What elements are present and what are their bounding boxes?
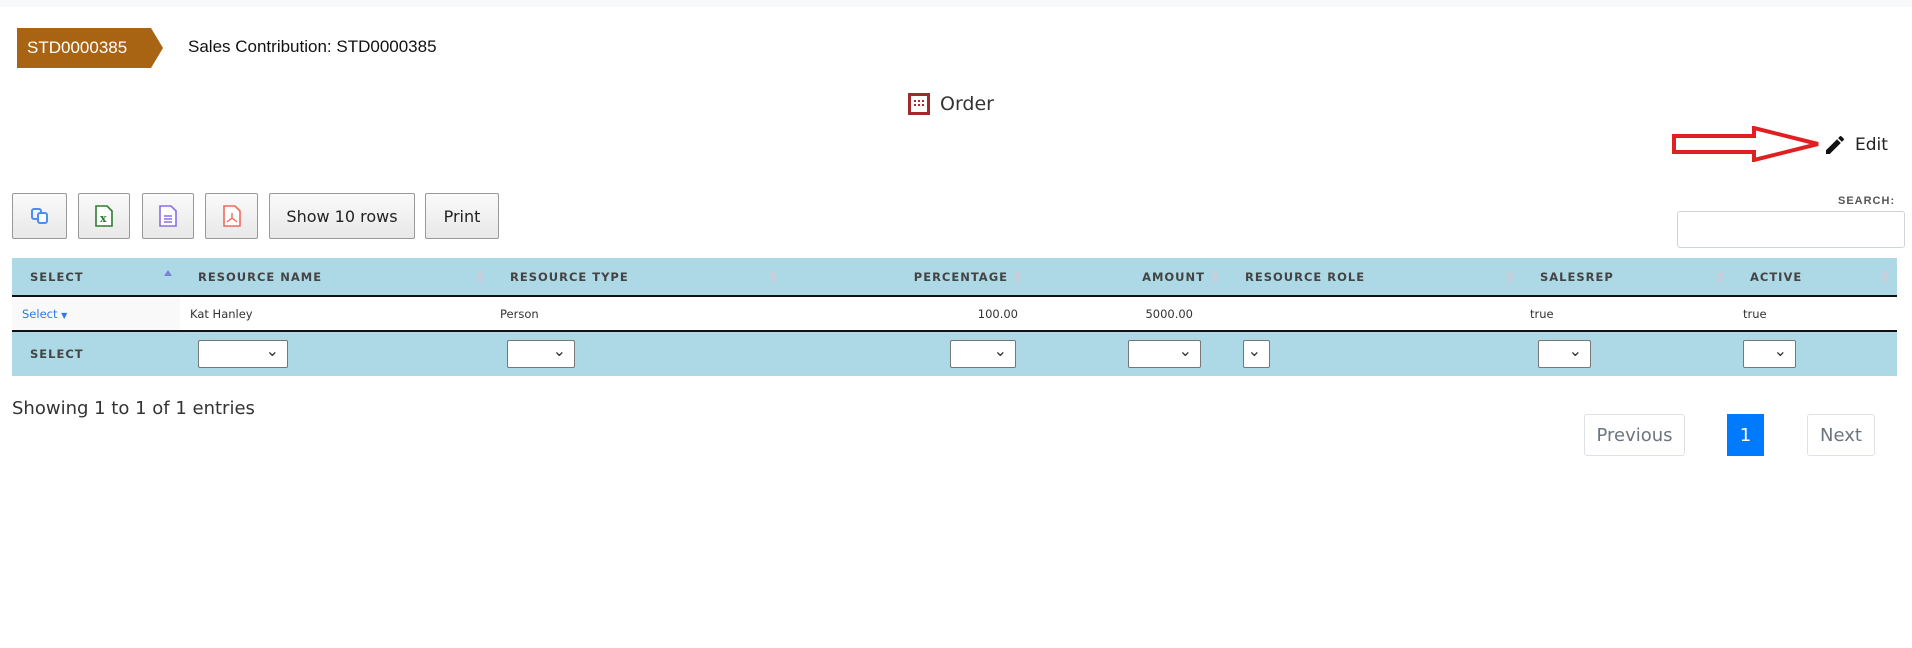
cell-resource-name: Kat Hanley (180, 296, 492, 332)
sort-icon (1716, 270, 1724, 284)
pdf-icon (222, 205, 241, 227)
cell-percentage: 100.00 (785, 296, 1030, 332)
copy-icon (30, 208, 48, 224)
pencil-icon (1826, 135, 1845, 154)
sort-icon (1506, 270, 1514, 284)
column-header-amount[interactable]: AMOUNT (1030, 258, 1227, 297)
search-input[interactable] (1677, 211, 1905, 248)
edit-label: Edit (1855, 135, 1888, 155)
cell-resource-type: Person (492, 296, 785, 332)
cell-resource-role (1227, 296, 1522, 332)
tab-order[interactable]: Order (908, 93, 994, 115)
record-id-badge: STD0000385 (17, 28, 163, 68)
excel-icon: x (95, 205, 113, 227)
sort-icon (769, 270, 777, 284)
column-header-resource-name[interactable]: RESOURCE NAME (180, 258, 492, 297)
grid-icon (908, 93, 930, 115)
page-title: Sales Contribution: STD0000385 (188, 37, 437, 56)
table-info: Showing 1 to 1 of 1 entries (12, 398, 255, 419)
table-header-row: SELECT RESOURCE NAME RESOURCE TYPE PERCE… (12, 258, 1897, 297)
print-button[interactable]: Print (425, 193, 499, 239)
filter-resource-name-select[interactable] (198, 340, 288, 368)
sort-icon (1211, 270, 1219, 284)
excel-button[interactable]: x (78, 193, 130, 239)
filter-active-select[interactable] (1743, 340, 1796, 368)
tab-order-label: Order (940, 93, 994, 115)
pagination-previous[interactable]: Previous (1584, 414, 1685, 456)
annotation-arrow-icon (1672, 126, 1819, 162)
column-header-active[interactable]: ACTIVE (1732, 258, 1897, 297)
svg-text:x: x (100, 212, 107, 225)
pdf-button[interactable] (205, 193, 258, 239)
filter-percentage-select[interactable] (950, 340, 1016, 368)
cell-amount: 5000.00 (1030, 296, 1227, 332)
caret-down-icon: ▼ (61, 310, 68, 320)
column-header-resource-role[interactable]: RESOURCE ROLE (1227, 258, 1522, 297)
sort-icon (476, 270, 484, 284)
table-filter-row: SELECT (12, 331, 1897, 376)
pagination-next[interactable]: Next (1807, 414, 1875, 456)
column-header-salesrep[interactable]: SALESREP (1522, 258, 1732, 297)
top-bar (0, 0, 1912, 7)
sort-asc-icon (164, 270, 172, 284)
pagination-page-1[interactable]: 1 (1727, 414, 1764, 456)
filter-amount-select[interactable] (1128, 340, 1201, 368)
csv-icon (159, 205, 177, 227)
edit-button[interactable]: Edit (1823, 133, 1888, 157)
filter-label-select: SELECT (12, 331, 180, 376)
column-header-select[interactable]: SELECT (12, 258, 180, 297)
filter-resource-role-select[interactable] (1243, 340, 1270, 368)
search-label: SEARCH: (1838, 195, 1896, 207)
filter-resource-type-select[interactable] (507, 340, 575, 368)
row-select-dropdown[interactable]: Select ▼ (12, 296, 180, 332)
column-header-percentage[interactable]: PERCENTAGE (785, 258, 1030, 297)
copy-button[interactable] (12, 193, 67, 239)
filter-salesrep-select[interactable] (1538, 340, 1591, 368)
sort-icon (1014, 270, 1022, 284)
show-rows-button[interactable]: Show 10 rows (269, 193, 415, 239)
table-row: Select ▼ Kat Hanley Person 100.00 5000.0… (12, 296, 1897, 332)
sort-icon (1881, 270, 1889, 284)
column-header-resource-type[interactable]: RESOURCE TYPE (492, 258, 785, 297)
cell-active: true (1732, 296, 1897, 332)
cell-salesrep: true (1522, 296, 1732, 332)
resources-table: SELECT RESOURCE NAME RESOURCE TYPE PERCE… (12, 258, 1897, 376)
csv-button[interactable] (142, 193, 194, 239)
